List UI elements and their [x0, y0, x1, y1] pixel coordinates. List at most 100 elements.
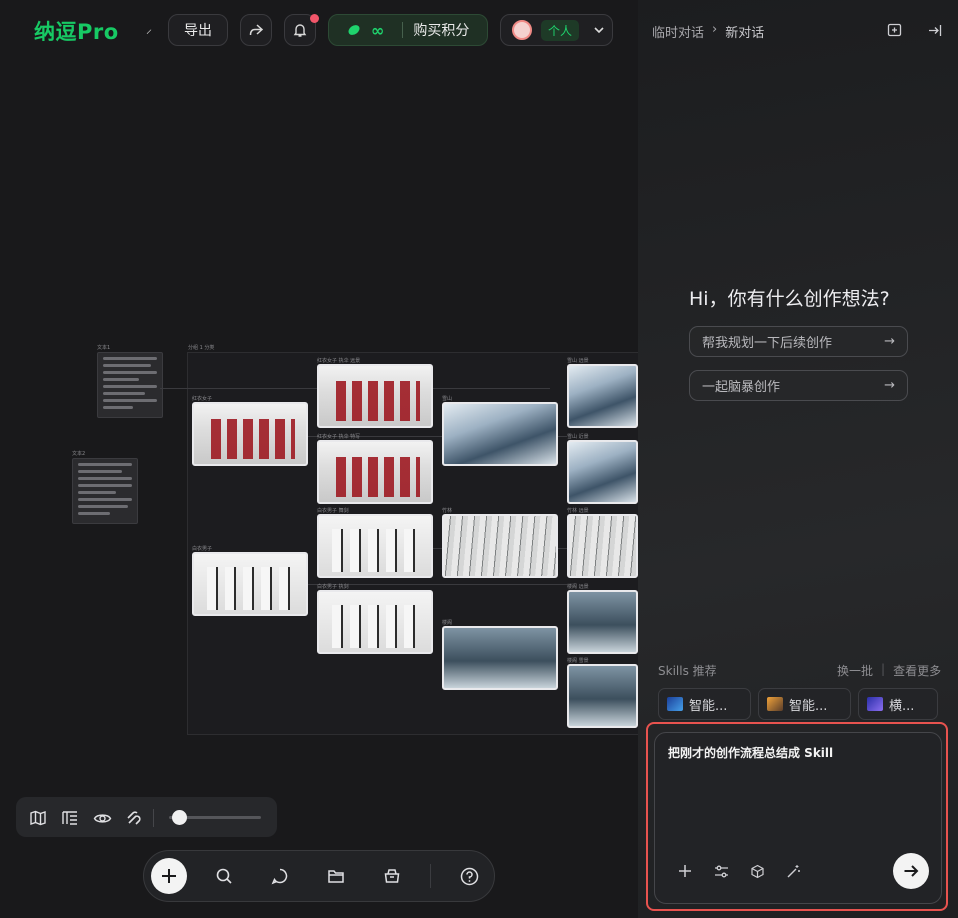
- buy-credits-button[interactable]: 购买积分: [413, 20, 469, 40]
- share-icon: [249, 24, 264, 36]
- suggestion-label: 帮我规划一下后续创作: [702, 336, 833, 351]
- group-title: 分组 1 分类: [188, 345, 215, 351]
- assets-button[interactable]: [326, 866, 346, 886]
- account-type-badge: 个人: [541, 19, 580, 41]
- generated-image[interactable]: [442, 514, 558, 578]
- bottom-dock: [143, 850, 495, 902]
- search-button[interactable]: [214, 866, 234, 886]
- more-skills-link[interactable]: 查看更多: [893, 662, 941, 679]
- plus-icon: [679, 865, 691, 877]
- image-label: 白衣男子: [192, 546, 213, 552]
- generated-image[interactable]: [317, 590, 433, 654]
- map-icon: [30, 810, 46, 826]
- bean-icon: [348, 25, 360, 35]
- chevron-down-icon: [594, 27, 604, 34]
- layout-button[interactable]: [60, 808, 80, 828]
- comment-button[interactable]: [270, 866, 290, 886]
- skill-label: 横...: [889, 698, 915, 714]
- image-label: 红衣女子: [192, 396, 213, 402]
- minimap-button[interactable]: [28, 808, 48, 828]
- arrow-right-icon: →: [884, 334, 895, 349]
- text-node[interactable]: [72, 458, 138, 524]
- image-label: 雪山 远景: [567, 358, 589, 364]
- chat-bubble-icon: [271, 868, 288, 885]
- search-icon: [216, 868, 232, 884]
- generated-image[interactable]: [317, 514, 433, 578]
- layout-icon: [62, 811, 77, 825]
- image-label: 楼阁: [442, 620, 453, 626]
- skill-chip[interactable]: 横...: [858, 688, 938, 720]
- magic-wand-icon: [787, 864, 800, 877]
- notification-badge: [310, 14, 319, 23]
- generated-image[interactable]: [567, 664, 638, 728]
- image-label: 红衣女子 执伞 远景: [317, 358, 361, 364]
- image-label: 雪山 近景: [567, 434, 589, 440]
- new-chat-icon: [887, 23, 901, 36]
- plus-icon: [162, 869, 176, 883]
- skill-label: 智能...: [689, 698, 728, 714]
- image-label: 楼阁 远景: [567, 584, 589, 590]
- generated-image[interactable]: [192, 402, 308, 466]
- collapse-panel-button[interactable]: [925, 21, 943, 39]
- generated-image[interactable]: [442, 402, 558, 466]
- export-button[interactable]: 导出: [168, 14, 228, 46]
- link-button[interactable]: [124, 808, 144, 828]
- image-label: 白衣男子 舞剑: [317, 508, 349, 514]
- skill-thumbnail: [767, 697, 783, 711]
- text-node[interactable]: [97, 352, 163, 418]
- generated-image[interactable]: [567, 590, 638, 654]
- chat-input-text[interactable]: 把刚才的创作流程总结成 Skill: [668, 744, 833, 761]
- folder-icon: [328, 870, 344, 883]
- skills-actions: 换一批 | 查看更多: [837, 662, 941, 679]
- credits-count: ∞: [371, 20, 385, 40]
- suggestion-brainstorm-button[interactable]: 一起脑暴创作 →: [689, 370, 908, 401]
- image-label: 白衣男子 执剑: [317, 584, 349, 590]
- cube-icon: [750, 864, 764, 878]
- send-button[interactable]: [893, 853, 929, 889]
- export-label: 导出: [184, 23, 212, 39]
- suggestion-plan-button[interactable]: 帮我规划一下后续创作 →: [689, 326, 908, 357]
- generated-image[interactable]: [442, 626, 558, 690]
- generated-image[interactable]: [317, 440, 433, 504]
- image-label: 竹林 远景: [567, 508, 589, 514]
- generated-image[interactable]: [567, 440, 638, 504]
- app-logo[interactable]: 纳逗Pro: [34, 16, 119, 46]
- skill-label: 智能...: [789, 698, 828, 714]
- attach-button[interactable]: [676, 862, 694, 880]
- skills-divider: |: [881, 662, 886, 676]
- breadcrumb-root[interactable]: 临时对话: [652, 22, 704, 41]
- account-menu[interactable]: 个人: [500, 14, 613, 46]
- help-button[interactable]: [459, 866, 479, 886]
- generated-image[interactable]: [567, 364, 638, 428]
- generated-image[interactable]: [192, 552, 308, 616]
- model-button[interactable]: [748, 862, 766, 880]
- help-icon: [460, 867, 478, 885]
- dock-divider: [430, 864, 431, 888]
- new-chat-button[interactable]: [885, 21, 903, 39]
- collapse-icon: [928, 24, 941, 36]
- settings-button[interactable]: [712, 862, 730, 880]
- materials-button[interactable]: [382, 866, 402, 886]
- skill-chip[interactable]: 智能...: [658, 688, 751, 720]
- image-label: 红衣女子 执伞 特写: [317, 434, 361, 440]
- generated-image[interactable]: [317, 364, 433, 428]
- eye-icon: [93, 813, 111, 823]
- box-icon: [384, 869, 400, 883]
- zoom-slider-handle[interactable]: [172, 810, 187, 825]
- credits-widget[interactable]: ∞ 购买积分: [328, 14, 488, 46]
- text-node-title: 文本2: [72, 451, 86, 457]
- skill-thumbnail: [667, 697, 683, 711]
- generated-image[interactable]: [567, 514, 638, 578]
- image-label: 竹林: [442, 508, 453, 514]
- suggestion-label: 一起脑暴创作: [702, 380, 781, 395]
- toolbar-divider: [153, 809, 154, 827]
- share-button[interactable]: [240, 14, 272, 46]
- add-node-button[interactable]: [151, 858, 187, 894]
- arrow-right-icon: →: [884, 378, 895, 393]
- bell-icon: [293, 24, 307, 37]
- magic-button[interactable]: [784, 862, 802, 880]
- skill-chip[interactable]: 智能...: [758, 688, 851, 720]
- credits-divider: [402, 22, 404, 38]
- refresh-skills-link[interactable]: 换一批: [837, 662, 873, 679]
- preview-button[interactable]: [92, 808, 112, 828]
